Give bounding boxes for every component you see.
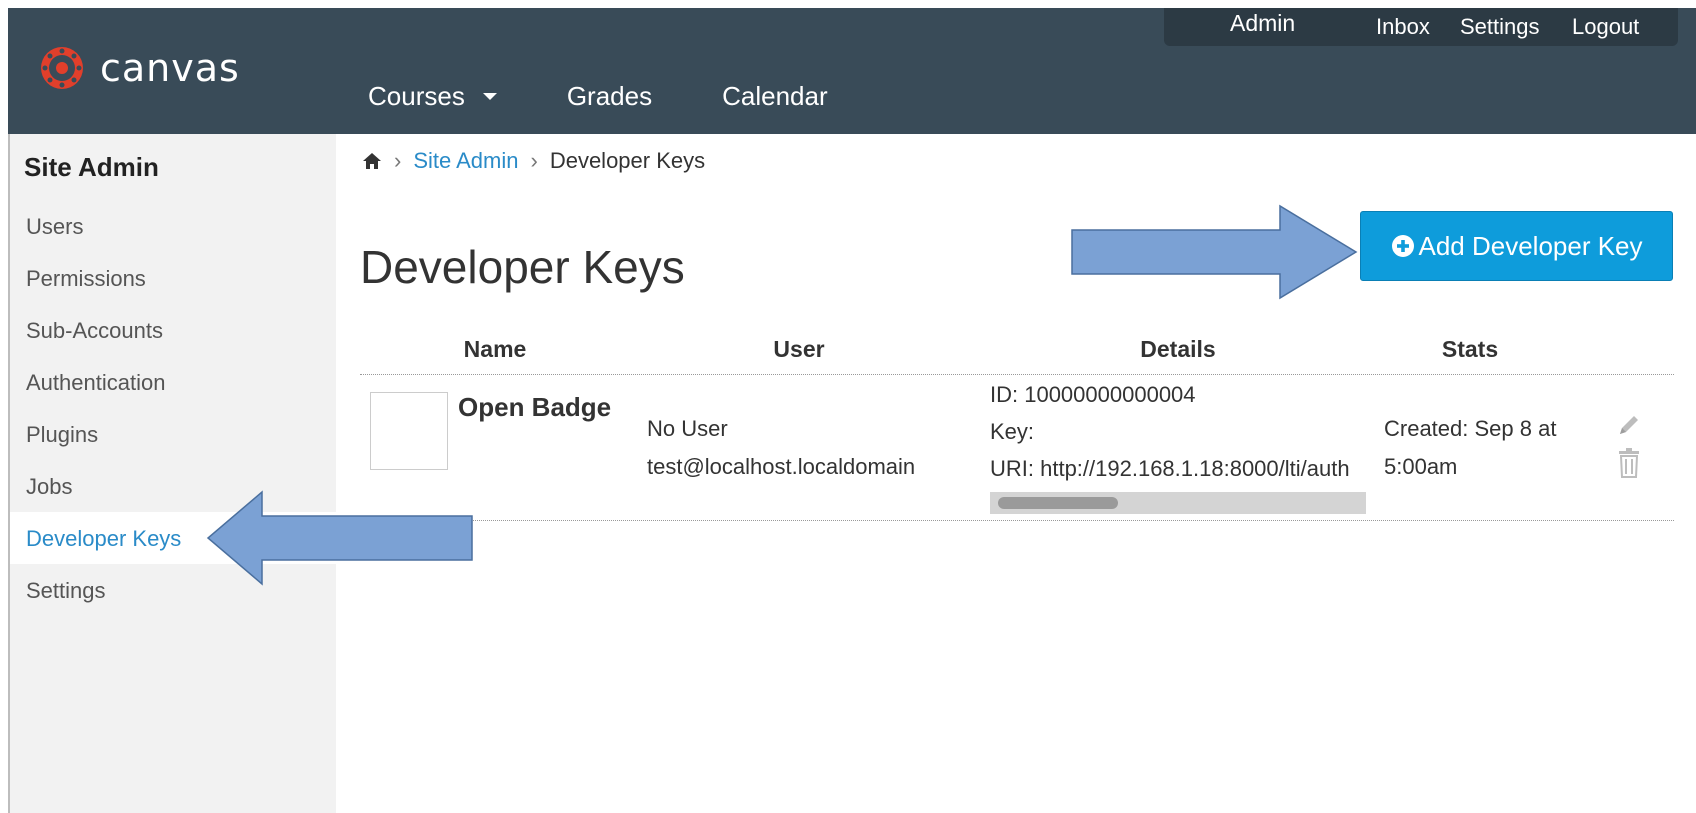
key-id: ID: 10000000000004 (990, 382, 1196, 407)
breadcrumb-separator-icon: › (394, 148, 402, 173)
nav-courses[interactable]: Courses (368, 81, 497, 112)
global-header: canvas Courses Grades Calendar Admin Inb… (8, 8, 1696, 134)
sidebar-item-users[interactable]: Users (26, 214, 83, 240)
annotation-arrow-right-icon (1071, 204, 1358, 300)
column-header-user: User (773, 336, 825, 362)
inbox-link[interactable]: Inbox (1376, 14, 1430, 40)
annotation-arrow-left-icon (206, 490, 473, 586)
canvas-logo[interactable]: canvas (38, 44, 240, 92)
breadcrumb-site-admin[interactable]: Site Admin (413, 148, 518, 174)
column-header-name: Name (463, 336, 527, 362)
key-details-cell: ID: 10000000000004 Key: URI: http://192.… (990, 382, 1366, 522)
sidebar-item-settings[interactable]: Settings (26, 578, 106, 604)
key-created-date: Created: Sep 8 at (1384, 416, 1557, 441)
settings-link[interactable]: Settings (1460, 14, 1540, 40)
pencil-icon[interactable] (1616, 412, 1642, 438)
sidebar-item-plugins[interactable]: Plugins (26, 422, 98, 448)
nav-calendar[interactable]: Calendar (722, 81, 828, 112)
developer-key-name: Open Badge (458, 392, 612, 422)
home-icon[interactable] (362, 151, 382, 171)
column-header-details: Details (1140, 336, 1216, 362)
add-developer-key-label: Add Developer Key (1418, 230, 1643, 261)
sidebar-item-developer-keys[interactable]: Developer Keys (26, 526, 181, 552)
user-nav: Admin Inbox Settings Logout (1164, 8, 1678, 46)
admin-sidebar: Site Admin Users Permissions Sub-Account… (8, 134, 336, 813)
sidebar-item-sub-accounts[interactable]: Sub-Accounts (26, 318, 163, 344)
details-horizontal-scrollbar[interactable] (990, 492, 1366, 514)
admin-link[interactable]: Admin (1230, 10, 1295, 37)
breadcrumb-current: Developer Keys (549, 148, 706, 173)
trash-icon[interactable] (1616, 448, 1642, 478)
sidebar-item-authentication[interactable]: Authentication (26, 370, 165, 396)
page-title: Developer Keys (360, 241, 685, 293)
main-nav: Courses Grades Calendar (368, 76, 898, 116)
sidebar-item-jobs[interactable]: Jobs (26, 474, 72, 500)
sidebar-item-permissions[interactable]: Permissions (26, 266, 146, 292)
column-header-stats: Stats (1441, 336, 1499, 362)
logout-link[interactable]: Logout (1572, 14, 1639, 40)
add-developer-key-button[interactable]: Add Developer Key (1360, 211, 1673, 281)
plus-circle-icon (1390, 233, 1418, 259)
nav-courses-label: Courses (368, 80, 465, 111)
scrollbar-thumb[interactable] (998, 497, 1118, 509)
breadcrumb: › Site Admin › Developer Keys (362, 148, 705, 174)
canvas-logo-text: canvas (100, 46, 240, 90)
table-row-divider (360, 520, 1674, 521)
developer-key-icon-placeholder (370, 392, 448, 470)
table-header-divider (360, 374, 1674, 375)
key-user-name: No User (647, 416, 728, 441)
key-value: Key: (990, 419, 1035, 444)
sidebar-title: Site Admin (24, 152, 159, 182)
caret-down-icon (482, 92, 497, 100)
nav-grades[interactable]: Grades (567, 81, 652, 112)
key-user-email: test@localhost.localdomain (647, 454, 916, 479)
key-uri: URI: http://192.168.1.18:8000/lti/auth (990, 456, 1350, 481)
key-created-time: 5:00am (1384, 454, 1458, 479)
canvas-logo-icon (38, 44, 86, 92)
breadcrumb-separator-icon: › (530, 148, 538, 173)
